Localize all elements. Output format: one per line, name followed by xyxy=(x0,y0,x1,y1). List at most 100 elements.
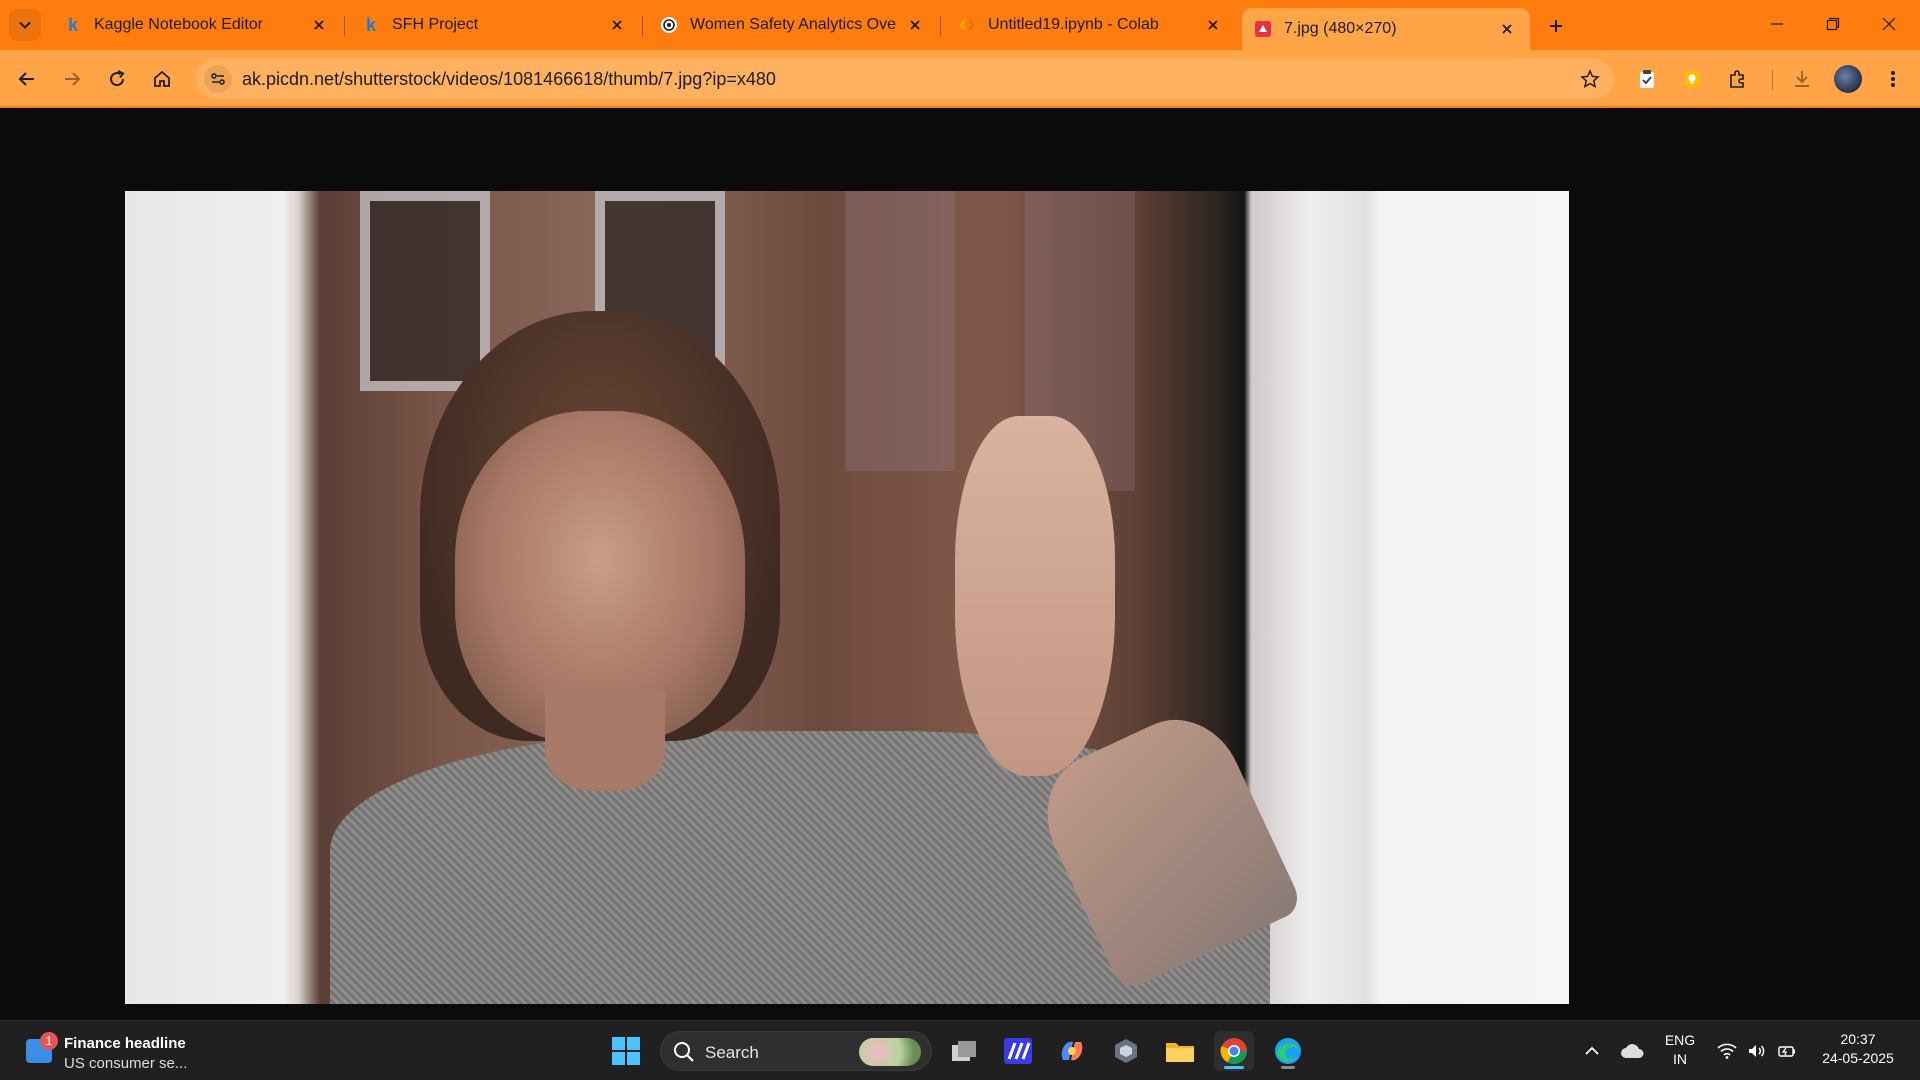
tab-title: Women Safety Analytics Overvi xyxy=(690,16,896,33)
widget-subtext: US consumer se... xyxy=(64,1055,188,1072)
tab-divider xyxy=(344,16,345,36)
wifi-button[interactable] xyxy=(1712,1031,1742,1071)
tab-title: 7.jpg (480×270) xyxy=(1284,20,1397,37)
plus-icon xyxy=(1550,20,1562,32)
battery-button[interactable] xyxy=(1772,1031,1802,1071)
close-icon[interactable] xyxy=(904,14,926,36)
close-icon[interactable] xyxy=(308,14,330,36)
forward-button[interactable] xyxy=(55,62,89,96)
windows-taskbar: 1 Finance headline US consumer se... Sea… xyxy=(0,1020,1920,1080)
arrow-right-icon xyxy=(65,72,81,86)
back-button[interactable] xyxy=(10,62,44,96)
search-label: Search xyxy=(705,1043,759,1062)
close-icon[interactable] xyxy=(1496,18,1518,40)
address-bar[interactable]: ak.picdn.net/shutterstock/videos/1081466… xyxy=(196,59,1614,99)
minimize-icon xyxy=(1771,23,1783,25)
star-icon xyxy=(1580,69,1600,88)
tab-women-safety[interactable]: Women Safety Analytics Overvi xyxy=(648,8,938,42)
task-view-icon xyxy=(952,1041,976,1061)
clipboard-check-icon xyxy=(1640,70,1654,88)
restore-button[interactable] xyxy=(1810,4,1856,44)
home-button[interactable] xyxy=(145,62,179,96)
reload-icon xyxy=(110,70,125,87)
browser-toolbar: ak.picdn.net/shutterstock/videos/1081466… xyxy=(0,50,1920,108)
menu-button[interactable] xyxy=(1878,64,1908,94)
start-button[interactable] xyxy=(606,1031,646,1071)
volume-icon xyxy=(1749,1045,1765,1057)
file-explorer-icon xyxy=(1166,1043,1194,1062)
taskbar-app-button-2[interactable] xyxy=(1106,1031,1146,1071)
close-window-button[interactable] xyxy=(1866,4,1912,44)
search-highlight-image xyxy=(859,1038,921,1066)
tab-divider xyxy=(642,16,643,36)
cloud-icon xyxy=(1621,1044,1644,1058)
close-icon[interactable] xyxy=(606,14,628,36)
task-view-button[interactable] xyxy=(944,1031,984,1071)
downloads-button[interactable] xyxy=(1787,64,1817,94)
chatgpt-icon xyxy=(660,16,678,34)
arrow-left-icon xyxy=(18,72,34,86)
tab-image-active[interactable]: 7.jpg (480×270) xyxy=(1242,8,1530,50)
minimize-button[interactable] xyxy=(1754,4,1800,44)
colab-icon xyxy=(958,16,976,34)
displayed-image[interactable] xyxy=(125,191,1569,1004)
news-widget[interactable]: 1 Finance headline US consumer se... xyxy=(22,1029,222,1073)
kaggle-icon: k xyxy=(67,14,78,35)
file-explorer-button[interactable] xyxy=(1160,1031,1200,1071)
app-icon xyxy=(1004,1038,1032,1064)
chevron-down-icon xyxy=(19,21,31,29)
picdn-icon xyxy=(1254,20,1272,38)
url-text[interactable]: ak.picdn.net/shutterstock/videos/1081466… xyxy=(242,69,776,90)
windows-start-icon xyxy=(612,1037,640,1065)
extensions-button[interactable] xyxy=(1722,64,1752,94)
kaggle-icon: k xyxy=(365,14,376,35)
edge-button[interactable] xyxy=(1268,1031,1308,1071)
home-icon xyxy=(154,70,170,87)
close-icon xyxy=(1882,17,1896,31)
copilot-button[interactable] xyxy=(1052,1031,1092,1071)
taskbar-search[interactable]: Search xyxy=(660,1031,932,1071)
clock-date: 24-05-2025 xyxy=(1822,1050,1894,1066)
language-code: ENG xyxy=(1664,1032,1696,1048)
running-indicator xyxy=(1281,1066,1295,1069)
keep-notes-icon xyxy=(1684,71,1700,87)
language-indicator[interactable]: ENG IN xyxy=(1662,1032,1698,1067)
clock-time: 20:37 xyxy=(1840,1031,1876,1047)
close-icon[interactable] xyxy=(1202,14,1224,36)
extension-button-2[interactable] xyxy=(1677,64,1707,94)
tab-colab[interactable]: Untitled19.ipynb - Colab xyxy=(946,8,1236,42)
page-viewport xyxy=(0,110,1920,1020)
tab-divider xyxy=(940,16,941,36)
taskbar-app-button[interactable] xyxy=(998,1031,1038,1071)
photo-region xyxy=(955,416,1115,776)
tab-search-button[interactable] xyxy=(9,9,41,41)
copilot-icon xyxy=(1061,1041,1083,1061)
clock[interactable]: 20:37 24-05-2025 xyxy=(1810,1031,1906,1066)
tab-strip: k Kaggle Notebook Editor k SFH Project W… xyxy=(0,0,1920,50)
download-icon xyxy=(1795,71,1809,87)
volume-button[interactable] xyxy=(1742,1031,1772,1071)
extension-button-1[interactable] xyxy=(1632,64,1662,94)
new-tab-button[interactable] xyxy=(1540,10,1572,42)
show-hidden-icons-button[interactable] xyxy=(1572,1031,1612,1071)
chrome-button[interactable] xyxy=(1214,1031,1254,1071)
toolbar-divider xyxy=(1772,70,1773,90)
more-vert-icon xyxy=(1891,71,1895,87)
tab-sfh-project[interactable]: k SFH Project xyxy=(350,8,640,42)
running-indicator xyxy=(1224,1066,1244,1069)
reload-button[interactable] xyxy=(100,62,134,96)
tab-title: SFH Project xyxy=(392,16,479,33)
tab-kaggle-notebook[interactable]: k Kaggle Notebook Editor xyxy=(52,8,342,42)
chrome-icon xyxy=(1220,1038,1248,1065)
app-icon-2 xyxy=(1115,1039,1137,1063)
onedrive-button[interactable] xyxy=(1612,1031,1652,1071)
photo-region xyxy=(360,191,490,391)
wifi-icon xyxy=(1717,1043,1737,1059)
photo-region xyxy=(545,691,665,791)
profile-avatar[interactable] xyxy=(1834,65,1862,93)
bookmark-star-button[interactable] xyxy=(1578,67,1602,91)
tab-title: Untitled19.ipynb - Colab xyxy=(988,16,1159,33)
site-info-button[interactable] xyxy=(204,65,232,93)
battery-charging-icon xyxy=(1778,1046,1795,1057)
notification-badge: 1 xyxy=(40,1032,58,1050)
